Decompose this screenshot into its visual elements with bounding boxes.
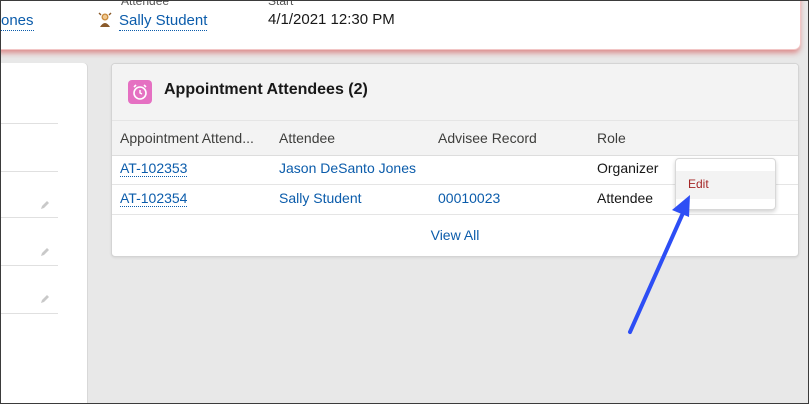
edit-pencil-icon[interactable] (39, 293, 51, 305)
advisee-record-link[interactable]: 00010023 (438, 190, 500, 206)
attendee-link[interactable]: Jason DeSanto Jones (279, 160, 416, 176)
alarm-clock-icon (128, 80, 152, 104)
field-divider (1, 171, 58, 172)
edit-pencil-icon[interactable] (39, 246, 51, 258)
view-all-link[interactable]: View All (112, 227, 798, 243)
column-header-attendee[interactable]: Attendee (279, 130, 335, 146)
column-header-advisee-record[interactable]: Advisee Record (438, 130, 537, 146)
table-header-row: Appointment Attend... Attendee Advisee R… (112, 120, 798, 156)
field-divider (1, 265, 58, 266)
attendee-link[interactable]: Sally Student (279, 190, 362, 206)
menu-item-edit[interactable]: Edit (676, 171, 775, 199)
row-action-menu: Edit (675, 158, 776, 210)
start-value: 4/1/2021 12:30 PM (268, 11, 395, 28)
student-avatar-icon (98, 12, 112, 27)
attendee-link[interactable]: Sally Student (119, 12, 208, 31)
column-header-role[interactable]: Role (597, 130, 626, 146)
screenshot-frame: ones Attendee Sally Student Start 4/1/20… (0, 0, 809, 404)
role-value: Organizer (597, 160, 659, 176)
card-header: Appointment Attendees (2) (112, 64, 798, 120)
menu-item-edit-label: Edit (688, 177, 709, 191)
appointment-attendee-link[interactable]: AT-102353 (120, 160, 188, 177)
edit-pencil-icon[interactable] (39, 199, 51, 211)
appointment-attendee-link[interactable]: AT-102354 (120, 190, 188, 207)
field-divider (1, 313, 58, 314)
field-divider (1, 123, 58, 124)
card-title[interactable]: Appointment Attendees (2) (164, 81, 368, 99)
column-header-appointment-attendee[interactable]: Appointment Attend... (120, 130, 254, 146)
role-value: Attendee (597, 190, 654, 206)
field-divider (1, 217, 58, 218)
name-link[interactable]: ones (1, 12, 34, 31)
start-label: Start (268, 0, 294, 8)
attendee-label: Attendee (121, 0, 170, 8)
left-detail-panel (1, 63, 87, 403)
